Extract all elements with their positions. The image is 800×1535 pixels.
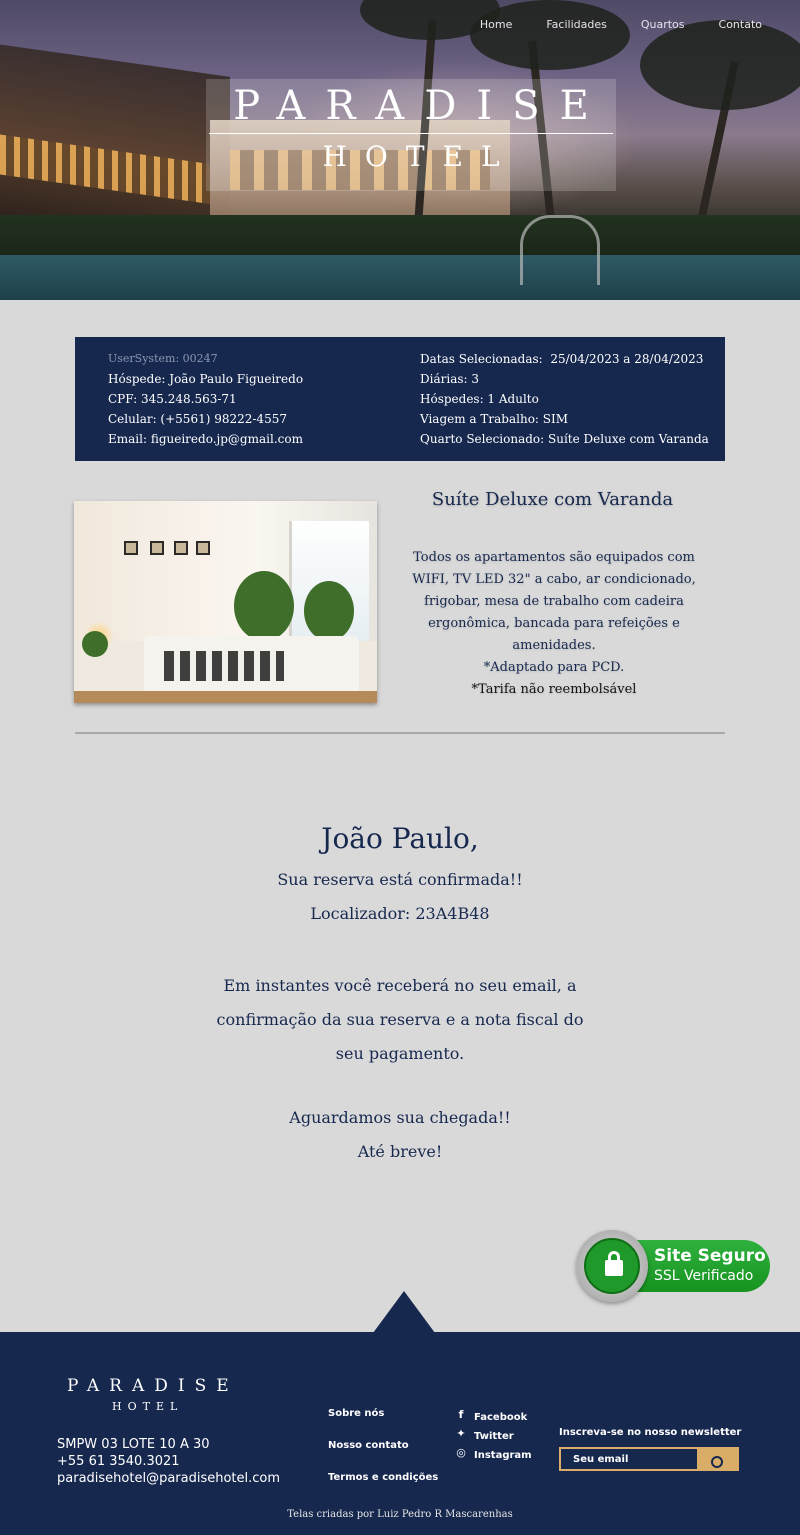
ssl-title: Site Seguro (654, 1246, 766, 1266)
hero-pool (0, 255, 800, 300)
nav-quartos[interactable]: Quartos (641, 18, 685, 31)
selected-room: Quarto Selecionado: Suíte Deluxe com Var… (420, 432, 709, 446)
link-nosso-contato[interactable]: Nosso contato (328, 1440, 438, 1472)
booking-summary: UserSystem: 00247 Hóspede: João Paulo Fi… (75, 337, 725, 461)
pool-ladder (520, 215, 600, 285)
room-title: Suíte Deluxe com Varanda (431, 489, 674, 510)
guest-info: UserSystem: 00247 Hóspede: João Paulo Fi… (108, 349, 303, 449)
link-termos[interactable]: Termos e condições (328, 1472, 438, 1504)
main-nav: Home Facilidades Quartos Contato (480, 18, 762, 31)
room-amenities: Todos os apartamentos são equipados com … (412, 550, 696, 653)
hero-banner: Home Facilidades Quartos Contato PARADIS… (0, 0, 800, 300)
nights-count: Diárias: 3 (420, 372, 479, 386)
footer-email[interactable]: paradisehotel@paradisehotel.com (57, 1470, 280, 1487)
footer-arrow (373, 1291, 435, 1333)
room-photo (74, 501, 377, 703)
work-trip: Viagem a Trabalho: SIM (420, 412, 569, 426)
nav-home[interactable]: Home (480, 18, 512, 31)
guests-count: Hóspedes: 1 Adulto (420, 392, 539, 406)
twitter-icon: ✦ (456, 1427, 466, 1440)
section-divider (75, 732, 725, 734)
farewell-message: Até breve! (357, 1142, 443, 1161)
footer-phone: +55 61 3540.3021 (57, 1454, 180, 1469)
newsletter-form (559, 1447, 739, 1471)
greeting: João Paulo, (321, 822, 479, 855)
palm-fronds (640, 20, 800, 110)
footer-address: SMPW 03 LOTE 10 A 30 (57, 1437, 210, 1452)
logo-subtitle: HOTEL (322, 140, 518, 173)
footer-contact: SMPW 03 LOTE 10 A 30 +55 61 3540.3021 pa… (57, 1436, 280, 1487)
footer-credit: Telas criadas por Luiz Pedro R Mascarenh… (287, 1509, 513, 1520)
room-description: Todos os apartamentos são equipados com … (408, 547, 700, 701)
confirmation-message: Em instantes você receberá no seu email,… (216, 976, 584, 1063)
ssl-seal (576, 1230, 648, 1302)
selected-dates: Datas Selecionadas: 25/04/2023 a 28/04/2… (420, 352, 704, 366)
ssl-subtitle: SSL Verificado (654, 1268, 754, 1284)
newsletter-label: Inscreva-se no nosso newsletter (559, 1427, 742, 1438)
room-pcd-note: *Adaptado para PCD. (483, 660, 625, 675)
guest-phone: Celular: (+5561) 98222-4557 (108, 412, 287, 426)
instagram-icon: ◎ (456, 1446, 466, 1459)
booking-locator: Localizador: 23A4B48 (310, 904, 490, 923)
logo-title: PARADISE (233, 83, 609, 129)
hotel-logo[interactable]: PARADISE HOTEL (206, 79, 616, 191)
nav-facilidades[interactable]: Facilidades (546, 18, 606, 31)
guest-cpf: CPF: 345.248.563-71 (108, 392, 237, 406)
nav-contato[interactable]: Contato (719, 18, 762, 31)
newsletter-submit-icon[interactable] (711, 1456, 723, 1468)
footer-logo-subtitle: HOTEL (112, 1400, 184, 1413)
footer-links: Sobre nós Nosso contato Termos e condiçõ… (328, 1408, 438, 1504)
facebook-icon: f (458, 1408, 464, 1421)
newsletter-email-input[interactable] (561, 1449, 697, 1469)
ssl-badge: Site Seguro SSL Verificado (576, 1230, 772, 1302)
room-rate-note: *Tarifa não reembolsável (471, 682, 637, 697)
confirmation-status: Sua reserva está confirmada!! (277, 870, 523, 889)
footer: PARADISE HOTEL SMPW 03 LOTE 10 A 30 +55 … (0, 1332, 800, 1535)
footer-logo-title: PARADISE (67, 1376, 239, 1396)
link-sobre-nos[interactable]: Sobre nós (328, 1408, 438, 1440)
guest-email: Email: figueiredo.jp@gmail.com (108, 432, 303, 446)
stay-info: Datas Selecionadas: 25/04/2023 a 28/04/2… (420, 349, 709, 449)
guest-name: Hóspede: João Paulo Figueiredo (108, 372, 304, 386)
user-system-id: UserSystem: 00247 (108, 352, 218, 365)
await-message: Aguardamos sua chegada!! (289, 1108, 511, 1127)
